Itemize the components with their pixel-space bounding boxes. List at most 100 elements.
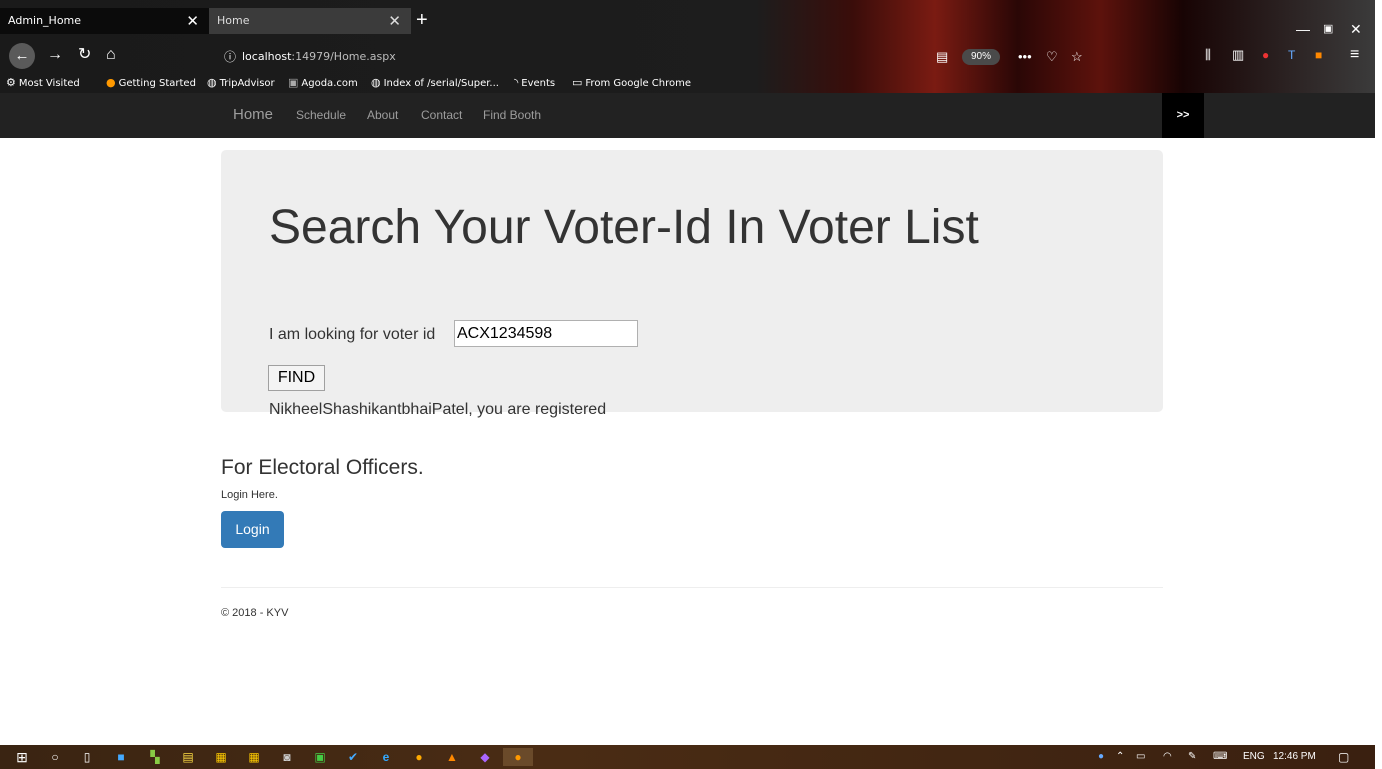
windows-taskbar: ⊞ ○ ▯ ■ ▚ ▤ ▦ ▦ ◙ ▣ ✔ e ● ▲ ◆ ● ● ⌃ ▭ ◠ … [0, 745, 1375, 769]
nav-brand-home[interactable]: Home [233, 93, 273, 137]
zoom-level[interactable]: 90% [962, 49, 1000, 65]
bookmark-most-visited[interactable]: ⚙ Most Visited [6, 72, 80, 94]
url-text: localhost:14979/Home.aspx [242, 46, 396, 68]
bookmark-events[interactable]: ◝ Events [514, 72, 555, 94]
forward-icon[interactable]: → [47, 43, 63, 67]
bookmark-from-google-chrome[interactable]: ▭ From Google Chrome [572, 72, 691, 94]
bookmark-getting-started[interactable]: ● Getting Started [106, 72, 196, 94]
clock[interactable]: 12:46 PM [1273, 745, 1316, 769]
task-view-icon[interactable]: ▯ [79, 748, 95, 766]
keyboard-icon[interactable]: ⌨ [1213, 745, 1227, 769]
pocket-icon[interactable]: ♡ [1046, 46, 1058, 68]
store-icon[interactable]: ▤ [180, 748, 196, 766]
officers-heading: For Electoral Officers. [221, 456, 424, 479]
chevron-up-icon[interactable]: ⌃ [1116, 745, 1124, 769]
bookmark-label: Events [521, 78, 556, 89]
rss-icon: ◝ [514, 76, 519, 89]
language-indicator[interactable]: ENG [1243, 745, 1265, 769]
bookmark-index-serial[interactable]: ◍ Index of /serial/Super... [371, 72, 499, 94]
vlc-icon[interactable]: ▲ [444, 748, 460, 766]
url-path: :14979/Home.aspx [291, 50, 396, 63]
window-close-icon[interactable]: ✕ [1350, 16, 1362, 42]
url-bar[interactable]: ⓘ localhost:14979/Home.aspx ▤ 90% ••• ♡ … [224, 46, 1096, 68]
back-icon[interactable]: ← [9, 43, 35, 69]
footer-divider [221, 587, 1163, 588]
nav-more-button[interactable]: >> [1162, 93, 1204, 138]
page-actions-icon[interactable]: ••• [1018, 46, 1032, 68]
device-icon[interactable]: ▭ [1136, 745, 1145, 769]
windows-start-icon[interactable]: ⊞ [14, 748, 30, 766]
url-host: localhost [242, 50, 292, 63]
browser-chrome: Admin_Home ✕ Home ✕ + — ▣ ✕ ← → ↻ ⌂ ⓘ lo… [0, 0, 1375, 93]
notepad-icon[interactable]: ▚ [147, 748, 163, 766]
app-icon[interactable]: ▦ [246, 748, 262, 766]
new-tab-button[interactable]: + [416, 8, 428, 32]
pen-icon[interactable]: ✎ [1188, 745, 1196, 769]
minimize-icon[interactable]: — [1296, 16, 1310, 42]
login-button[interactable]: Login [221, 511, 284, 548]
extension-icon[interactable]: ■ [1315, 43, 1322, 67]
file-explorer-icon[interactable]: ■ [113, 748, 129, 766]
voter-id-input[interactable] [454, 320, 638, 347]
tab-title: Admin_Home [8, 14, 82, 27]
tab-admin-home[interactable]: Admin_Home ✕ [0, 8, 209, 34]
tab-title: Home [217, 14, 250, 27]
edge-icon[interactable]: e [378, 748, 394, 766]
search-result-text: NikheelShashikantbhaiPatel, you are regi… [269, 401, 607, 418]
reader-view-icon[interactable]: ▤ [936, 46, 948, 68]
tab-home[interactable]: Home ✕ [209, 8, 411, 34]
bookmark-label: Getting Started [118, 78, 196, 89]
bookmarks-toolbar: ⚙ Most Visited ● Getting Started ◍ TripAdvi… [0, 72, 1375, 93]
bookmark-star-icon[interactable]: ☆ [1071, 46, 1083, 68]
bookmark-label: Agoda.com [301, 78, 358, 89]
firefox-icon: ● [106, 76, 116, 89]
voter-id-label: I am looking for voter id [269, 326, 436, 343]
chrome-icon[interactable]: ● [411, 748, 427, 766]
tab-bar: Admin_Home ✕ Home ✕ + — ▣ ✕ [0, 8, 1375, 37]
bookmark-label: TripAdvisor [219, 78, 275, 89]
close-tab-icon[interactable]: ✕ [388, 8, 401, 34]
bookmark-label: Index of /serial/Super... [383, 78, 499, 89]
nav-link-contact[interactable]: Contact [421, 93, 462, 137]
restore-icon[interactable]: ▣ [1323, 16, 1333, 42]
search-icon[interactable]: ○ [47, 748, 63, 766]
sidebar-icon[interactable]: ▥ [1232, 43, 1244, 67]
nav-link-about[interactable]: About [367, 93, 398, 137]
bookmark-agoda[interactable]: ▣ Agoda.com [288, 72, 358, 94]
reload-icon[interactable]: ↻ [78, 43, 91, 67]
screen: Admin_Home ✕ Home ✕ + — ▣ ✕ ← → ↻ ⌂ ⓘ lo… [0, 0, 1382, 769]
login-here-text: Login Here. [221, 489, 278, 501]
page-content: Home Schedule About Contact Find Booth >… [0, 93, 1375, 745]
app-icon[interactable]: ◙ [279, 748, 295, 766]
folder-icon: ▭ [572, 76, 583, 89]
bookmark-label: From Google Chrome [585, 78, 692, 89]
right-edge [1375, 0, 1382, 769]
site-navbar: Home Schedule About Contact Find Booth >… [0, 93, 1375, 138]
voter-search-panel: Search Your Voter-Id In Voter List I am … [221, 150, 1163, 418]
app-icon[interactable]: ▣ [312, 748, 328, 766]
home-icon[interactable]: ⌂ [106, 43, 116, 67]
gear-icon: ⚙ [6, 76, 16, 89]
ublock-icon[interactable]: ● [1262, 43, 1269, 67]
visual-studio-icon[interactable]: ◆ [477, 748, 493, 766]
bookmark-label: Most Visited [18, 78, 80, 89]
nav-link-find-booth[interactable]: Find Booth [483, 93, 541, 137]
app-icon[interactable]: ▦ [213, 748, 229, 766]
find-button[interactable]: FIND [268, 365, 325, 391]
tray-app-icon[interactable]: ● [1098, 745, 1104, 769]
check-icon[interactable]: ✔ [345, 748, 361, 766]
globe-icon: ◍ [207, 76, 217, 89]
nav-link-schedule[interactable]: Schedule [296, 93, 346, 137]
page-title: Search Your Voter-Id In Voter List [269, 201, 979, 254]
network-icon[interactable]: ◠ [1163, 745, 1172, 769]
firefox-icon[interactable]: ● [503, 748, 533, 766]
close-tab-icon[interactable]: ✕ [186, 8, 199, 34]
translate-icon[interactable]: T [1288, 43, 1295, 67]
info-icon[interactable]: ⓘ [224, 46, 236, 68]
library-icon[interactable]: ⫼ [1205, 43, 1211, 67]
footer-copyright: © 2018 - KYV [221, 607, 289, 619]
menu-icon[interactable]: ≡ [1350, 43, 1359, 67]
bookmark-tripadvisor[interactable]: ◍ TripAdvisor [207, 72, 275, 94]
notification-icon[interactable]: ▢ [1338, 745, 1349, 769]
agoda-icon: ▣ [288, 76, 299, 89]
